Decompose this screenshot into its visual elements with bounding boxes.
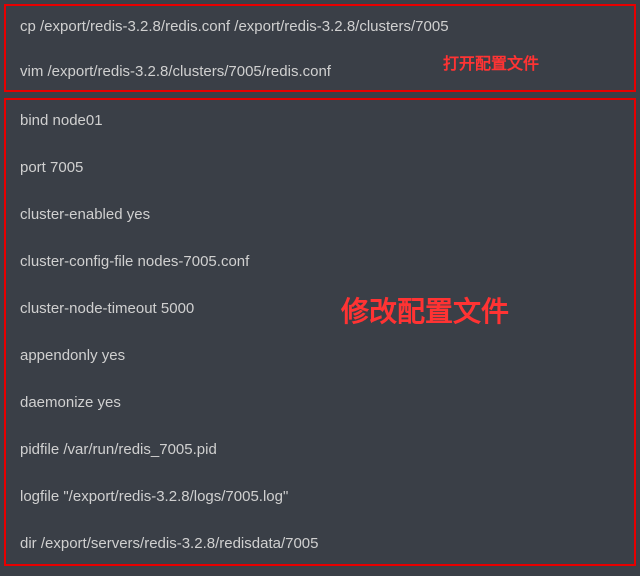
config-line: appendonly yes [20, 347, 620, 364]
config-line: logfile "/export/redis-3.2.8/logs/7005.l… [20, 488, 620, 505]
bottom-config-box: bind node01 port 7005 cluster-enabled ye… [4, 98, 636, 566]
config-line: dir /export/servers/redis-3.2.8/redisdat… [20, 535, 620, 552]
annotation-open-config: 打开配置文件 [443, 50, 539, 74]
config-line: pidfile /var/run/redis_7005.pid [20, 441, 620, 458]
top-command-box: cp /export/redis-3.2.8/redis.conf /expor… [4, 4, 636, 92]
command-line: cp /export/redis-3.2.8/redis.conf /expor… [20, 18, 620, 35]
annotation-modify-config: 修改配置文件 [341, 290, 509, 330]
config-line: daemonize yes [20, 394, 620, 411]
config-line: cluster-enabled yes [20, 206, 620, 223]
config-line: cluster-config-file nodes-7005.conf [20, 253, 620, 270]
config-line: cluster-node-timeout 5000 [20, 300, 620, 317]
config-line: port 7005 [20, 159, 620, 176]
config-line: bind node01 [20, 112, 620, 129]
